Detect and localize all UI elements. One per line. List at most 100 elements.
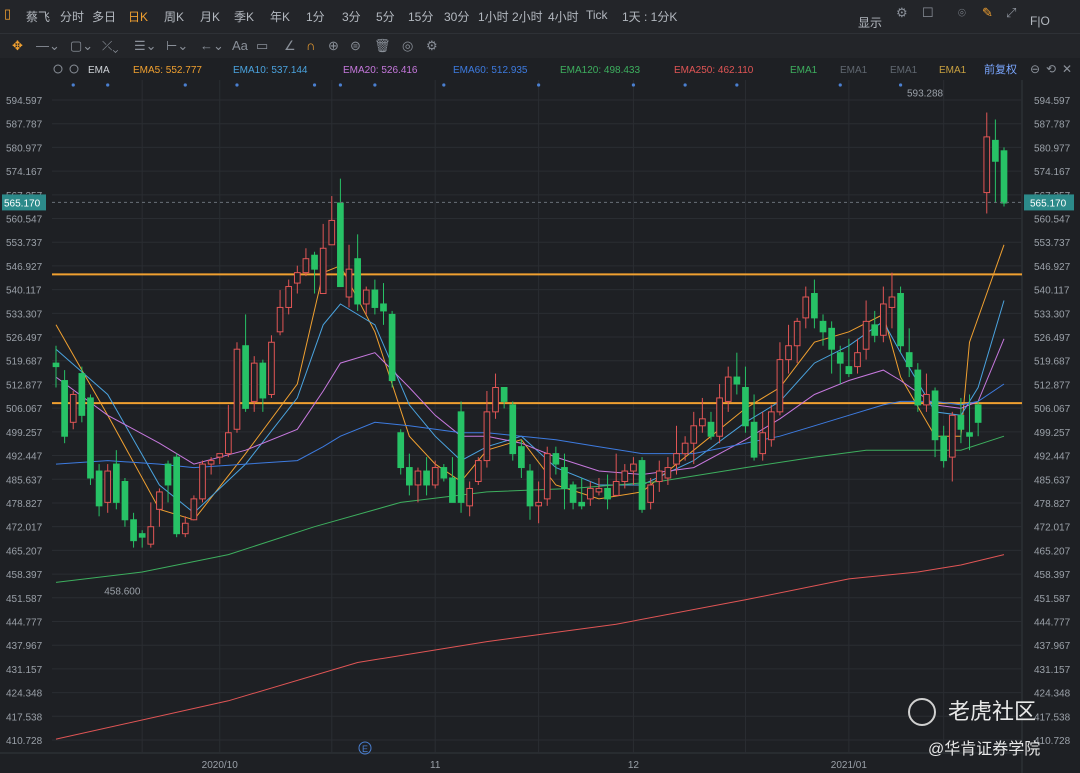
candle[interactable] [500,386,508,402]
candle[interactable] [319,247,327,295]
candle[interactable] [681,442,689,455]
move-icon[interactable]: ✥ [12,38,23,54]
candle[interactable] [578,501,586,507]
candle[interactable] [104,470,112,503]
candle[interactable] [302,258,310,274]
candle[interactable] [931,390,939,441]
candle[interactable] [121,480,129,521]
period-tab[interactable]: 4小时 [548,8,579,25]
candle[interactable] [259,362,267,399]
candle[interactable] [819,320,827,333]
candle[interactable] [854,352,861,368]
event-marker[interactable] [312,83,317,87]
event-marker[interactable] [537,83,541,87]
candle[interactable] [492,386,499,413]
period-tab[interactable]: 分时 [60,8,84,25]
event-marker[interactable] [71,83,75,87]
candle[interactable] [612,480,620,496]
candle[interactable] [897,293,904,347]
candle[interactable] [974,404,982,423]
candle[interactable] [130,519,137,542]
candle[interactable] [61,380,68,437]
period-tab[interactable]: 1分 [306,8,325,25]
lock-icon[interactable]: ⊜ [350,38,361,54]
candle[interactable] [845,366,853,375]
candle[interactable] [862,320,870,350]
candle[interactable] [733,376,741,385]
trash-icon[interactable]: 🗑 [374,38,391,54]
event-marker[interactable] [338,83,342,87]
candlestick-chart[interactable]: 594.597 594.597 587.787 587.787 580.977 580.9… [0,58,1080,773]
candle[interactable] [595,487,603,493]
candle[interactable] [880,303,887,336]
link-icon[interactable]: ⊕ [328,38,339,54]
candle[interactable] [311,254,318,270]
candle[interactable] [552,453,560,465]
event-marker[interactable] [898,83,903,87]
fib-icon[interactable]: ⤫⌄ [102,38,119,54]
candle[interactable] [509,404,517,455]
candle[interactable] [216,453,224,458]
candle[interactable] [724,376,732,402]
candle[interactable] [190,498,198,521]
event-marker[interactable] [183,83,187,87]
candle[interactable] [828,327,835,350]
event-marker[interactable] [838,83,842,87]
period-tab[interactable]: 15分 [408,8,433,25]
candle[interactable] [914,369,922,406]
candle[interactable] [983,136,991,194]
settings-icon[interactable]: ⚙ [896,5,908,21]
candle[interactable] [250,362,258,402]
candle[interactable] [397,432,405,469]
candle[interactable] [785,345,792,361]
measure-icon[interactable]: ⊢⌄ [166,38,188,54]
sidebar-icon[interactable]: ▯ [4,6,11,22]
candle[interactable] [647,484,654,503]
period-tab[interactable]: 1天 : 1分K [622,8,677,25]
event-marker[interactable] [631,83,636,87]
candle[interactable] [518,446,525,469]
candle[interactable] [207,460,215,465]
candle[interactable] [992,139,999,162]
candle[interactable] [655,470,663,482]
event-marker[interactable] [373,83,377,87]
candle[interactable] [630,463,637,472]
candle[interactable] [871,324,879,336]
gear-icon[interactable]: ⚙ [426,38,438,54]
candle[interactable] [345,268,353,298]
candle[interactable] [233,348,241,430]
candle[interactable] [948,414,956,458]
comment-icon[interactable]: ▭ [256,38,268,54]
candle[interactable] [474,460,482,482]
candle[interactable] [483,411,491,462]
candle[interactable] [699,418,706,427]
event-marker[interactable] [735,83,739,87]
candle[interactable] [52,362,60,368]
candle[interactable] [78,373,86,416]
candle[interactable] [586,487,594,500]
event-marker[interactable] [235,83,239,87]
event-marker[interactable] [683,83,687,87]
text-icon[interactable]: Aa [232,38,248,53]
candle[interactable] [414,470,422,486]
display-menu[interactable]: 显示 [858,14,882,31]
candle[interactable] [638,460,646,510]
candle[interactable] [742,386,749,427]
candle[interactable] [1000,150,1008,204]
candle[interactable] [354,258,361,305]
candle[interactable] [388,313,396,382]
candle[interactable] [707,421,715,437]
candle[interactable] [440,467,448,479]
candle[interactable] [95,470,103,507]
fio-label[interactable]: F|O [1030,14,1050,28]
candle[interactable] [759,432,767,455]
period-tab[interactable]: Tick [586,8,608,22]
candle[interactable] [362,289,370,305]
eye-icon[interactable]: ◎ [402,38,413,54]
candle[interactable] [406,467,413,486]
candle[interactable] [112,463,120,503]
period-tab[interactable]: 周K [164,8,184,25]
period-tab[interactable]: 1小时 [478,8,509,25]
candle[interactable] [466,487,474,507]
candle[interactable] [673,453,680,465]
